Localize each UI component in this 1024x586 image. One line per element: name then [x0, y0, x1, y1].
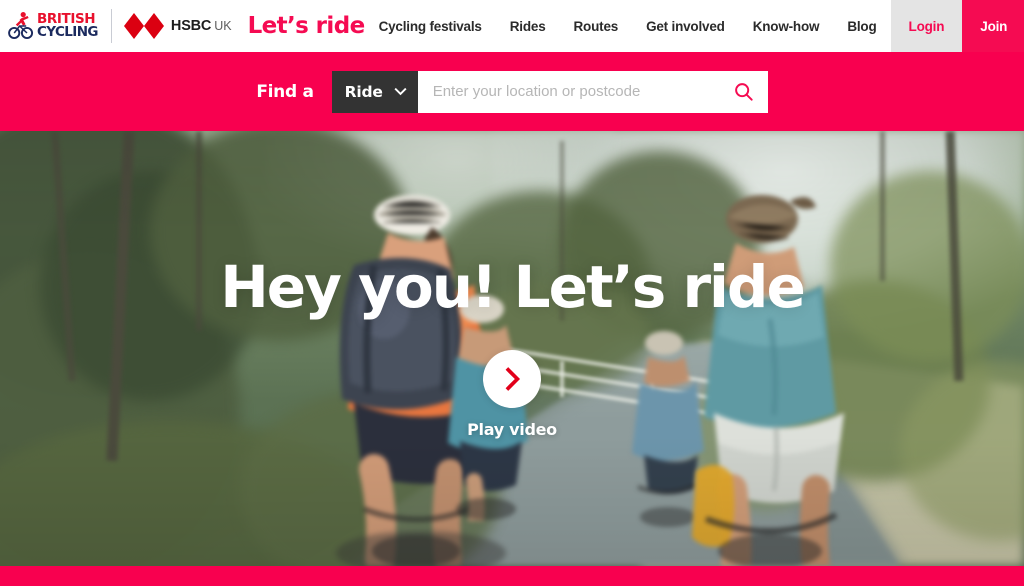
lets-ride-homepage: BRITISH CYCLING HSBC UK Let’s ride Cycli…: [0, 0, 1024, 586]
search-type-value: Ride: [344, 82, 383, 101]
play-video-label: Play video: [467, 420, 557, 439]
search-input[interactable]: [432, 83, 732, 100]
cyclist-icon: [8, 12, 34, 40]
login-button[interactable]: Login: [890, 0, 963, 52]
hsbc-uk-logo[interactable]: HSBC UK: [123, 13, 232, 39]
search-submit-button[interactable]: [732, 80, 756, 104]
nav-get-involved[interactable]: Get involved: [632, 0, 739, 52]
search-type-dropdown[interactable]: Ride: [331, 70, 418, 113]
chevron-down-icon: [394, 87, 407, 96]
nav-know-how[interactable]: Know-how: [739, 0, 834, 52]
hero-content: Hey you! Let’s ride Play video: [0, 131, 1024, 566]
search-icon: [734, 82, 753, 101]
bc-line-2: CYCLING: [37, 24, 99, 40]
nav-blog[interactable]: Blog: [833, 0, 890, 52]
main-navigation: Cycling festivals Rides Routes Get invol…: [365, 0, 1024, 52]
british-cycling-wordmark: BRITISH CYCLING: [36, 12, 99, 40]
british-cycling-logo[interactable]: BRITISH CYCLING: [8, 6, 99, 46]
chevron-right-icon: [505, 367, 521, 391]
play-circle: [482, 350, 541, 408]
site-header: BRITISH CYCLING HSBC UK Let’s ride Cycli…: [0, 0, 1024, 52]
hsbc-region: UK: [214, 19, 232, 33]
join-button[interactable]: Join: [962, 0, 1024, 52]
bottom-accent-bar: [0, 566, 1024, 586]
find-a-search-band: Find a Ride: [0, 52, 1024, 131]
brand-zone: BRITISH CYCLING HSBC UK Let’s ride: [0, 0, 365, 52]
hsbc-name: HSBC: [170, 18, 212, 34]
hsbc-hexagon-icon: [123, 13, 164, 39]
nav-rides[interactable]: Rides: [496, 0, 560, 52]
play-video-button[interactable]: Play video: [467, 350, 557, 439]
campaign-title: Let’s ride: [247, 13, 366, 39]
nav-routes[interactable]: Routes: [560, 0, 633, 52]
search-field: [417, 70, 768, 113]
hero-video-banner[interactable]: Hey you! Let’s ride Play video: [0, 131, 1024, 566]
hero-title: Hey you! Let’s ride: [220, 253, 806, 321]
brand-divider: [110, 9, 112, 43]
nav-cycling-festivals[interactable]: Cycling festivals: [365, 0, 496, 52]
search-row: Find a Ride: [256, 70, 768, 113]
find-a-label: Find a: [256, 81, 314, 102]
